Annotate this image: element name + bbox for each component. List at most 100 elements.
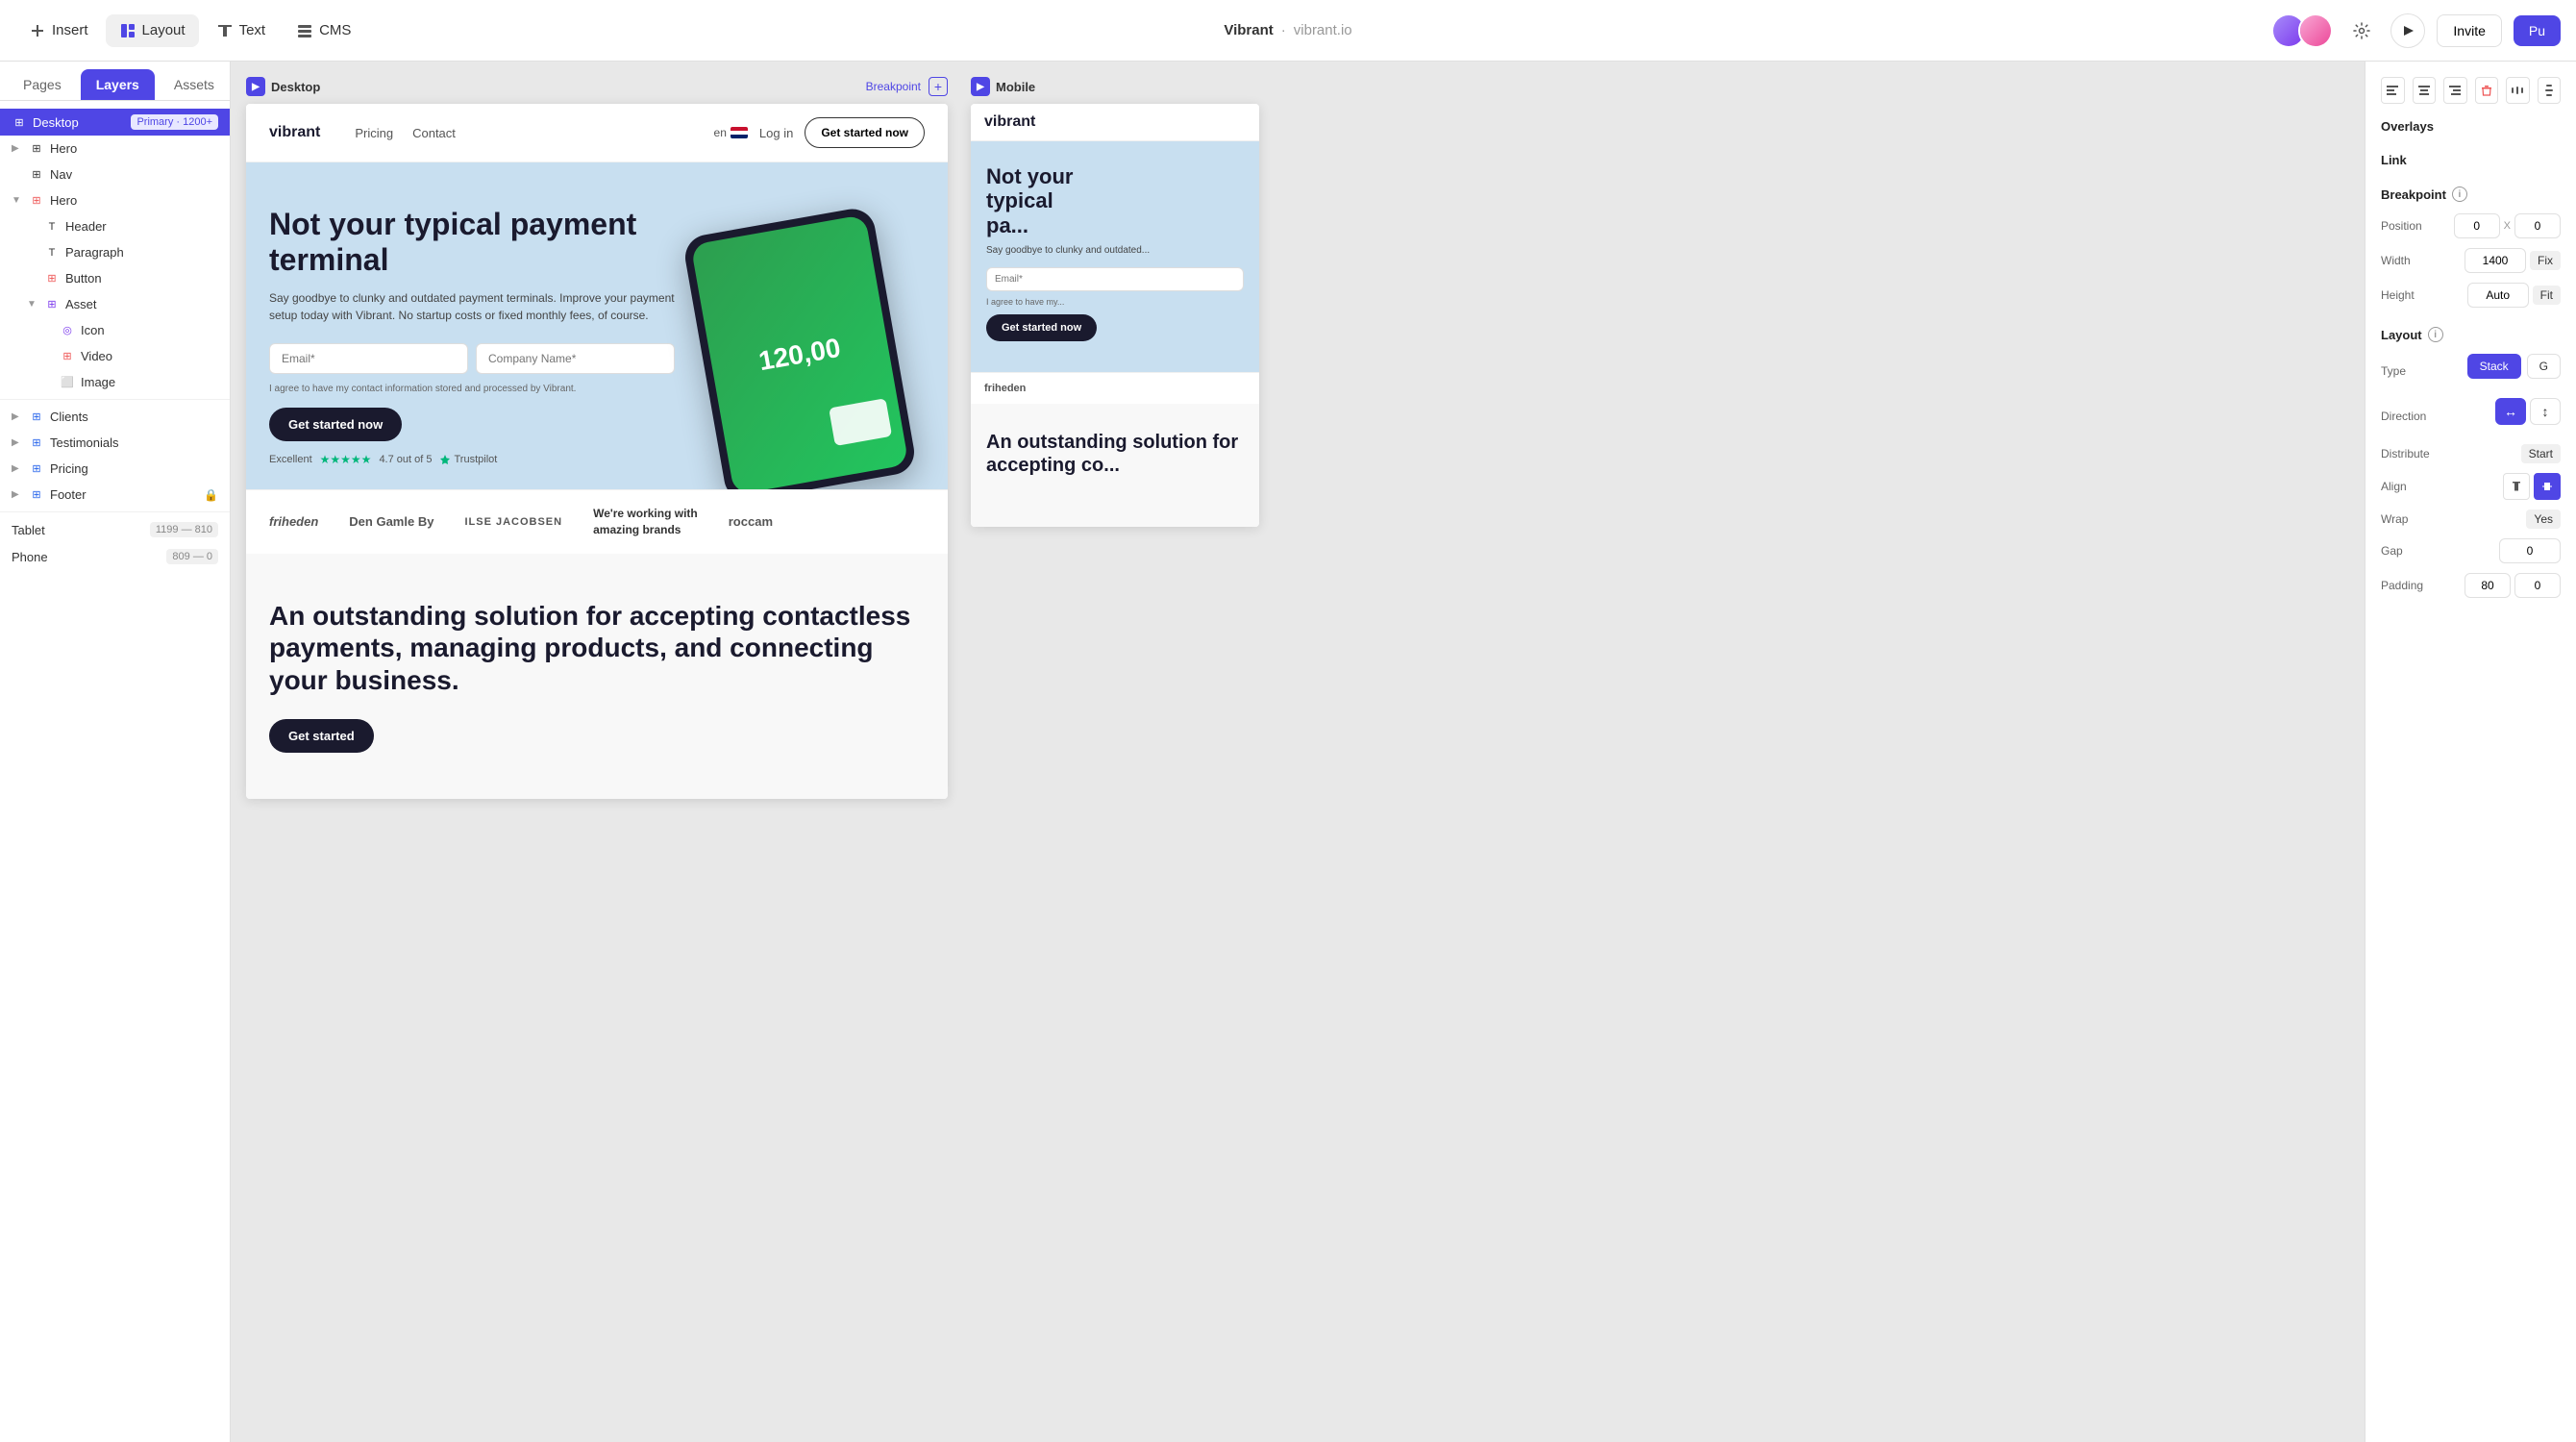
tab-assets[interactable]: Assets xyxy=(159,69,230,100)
width-input[interactable] xyxy=(2465,248,2526,273)
align-left-icon[interactable] xyxy=(2381,77,2405,104)
layer-asset[interactable]: ▼ ⊞ Asset xyxy=(0,291,230,317)
mobile-frame-title: ▶ Mobile xyxy=(971,77,1035,96)
layer-clients-label: Clients xyxy=(50,410,88,424)
type-grid-button[interactable]: G xyxy=(2527,354,2561,379)
align-middle-button[interactable] xyxy=(2534,473,2561,500)
preview-button[interactable] xyxy=(2390,13,2425,48)
mobile-cta-button[interactable]: Get started now xyxy=(986,314,1097,341)
cms-button[interactable]: CMS xyxy=(283,14,364,47)
phone-badge: 809 — 0 xyxy=(166,549,218,564)
layer-button[interactable]: ⊞ Button xyxy=(0,265,230,291)
text-button[interactable]: Text xyxy=(203,14,280,47)
position-inputs: X xyxy=(2454,213,2561,238)
layer-clients[interactable]: ▶ ⊞ Clients xyxy=(0,404,230,430)
layer-header[interactable]: T Header xyxy=(0,213,230,239)
layout-info-icon[interactable]: i xyxy=(2428,327,2443,342)
settings-button[interactable] xyxy=(2344,13,2379,48)
company-input[interactable] xyxy=(476,343,675,374)
left-panel: Pages Layers Assets ⊞ Desktop Primary · … xyxy=(0,62,231,1442)
type-stack-button[interactable]: Stack xyxy=(2467,354,2521,379)
invite-button[interactable]: Invite xyxy=(2437,14,2501,47)
email-input[interactable] xyxy=(269,343,468,374)
layer-testimonials[interactable]: ▶ ⊞ Testimonials xyxy=(0,430,230,456)
mobile-hero: Not yourtypicalpa... Say goodbye to clun… xyxy=(971,141,1259,372)
width-mode-tag[interactable]: Fix xyxy=(2530,251,2561,270)
layer-phone[interactable]: Phone 809 — 0 xyxy=(0,543,230,570)
add-breakpoint-button[interactable]: + xyxy=(929,77,948,96)
main-area: Pages Layers Assets ⊞ Desktop Primary · … xyxy=(0,62,2576,1442)
mobile-agree: I agree to have my... xyxy=(986,297,1244,307)
layer-footer[interactable]: ▶ ⊞ Footer 🔒 xyxy=(0,482,230,508)
breakpoint-button[interactable]: Breakpoint xyxy=(866,80,921,93)
layer-paragraph[interactable]: T Paragraph xyxy=(0,239,230,265)
layer-pricing[interactable]: ▶ ⊞ Pricing xyxy=(0,456,230,482)
distribute-value[interactable]: Start xyxy=(2521,444,2561,463)
mobile-content-section: An outstanding solution for accepting co… xyxy=(971,404,1259,527)
pu-label: Pu xyxy=(2529,23,2545,38)
direction-h-button[interactable]: ↔ xyxy=(2495,398,2526,425)
position-label: Position xyxy=(2381,219,2422,233)
width-label: Width xyxy=(2381,254,2411,267)
login-link[interactable]: Log in xyxy=(759,126,793,140)
align-row: Align xyxy=(2381,473,2561,500)
breakpoint-info-icon[interactable]: i xyxy=(2452,186,2467,202)
padding-bottom-input[interactable] xyxy=(2465,573,2511,598)
direction-label: Direction xyxy=(2381,410,2426,423)
layer-image[interactable]: ⬜ Image xyxy=(0,369,230,395)
wrap-row: Wrap Yes xyxy=(2381,510,2561,529)
position-y-input[interactable] xyxy=(2514,213,2561,238)
layer-hero-expanded[interactable]: ▼ ⊞ Hero xyxy=(0,187,230,213)
desktop-play-icon[interactable]: ▶ xyxy=(246,77,265,96)
mobile-frame: vibrant Not yourtypicalpa... Say goodbye… xyxy=(971,104,1259,527)
delete-icon[interactable] xyxy=(2475,77,2499,104)
trustpilot: Excellent ★★★★★ 4.7 out of 5 Trustpilot xyxy=(269,453,675,466)
layer-icon[interactable]: ◎ Icon xyxy=(0,317,230,343)
layer-video-label: Video xyxy=(81,349,112,363)
align-right-icon[interactable] xyxy=(2443,77,2467,104)
gap-label: Gap xyxy=(2381,544,2403,558)
gap-input[interactable] xyxy=(2499,538,2561,563)
direction-row: Direction ↔ ↕ xyxy=(2381,398,2561,435)
direction-v-button[interactable]: ↕ xyxy=(2530,398,2561,425)
phone-mockup: 120,00 xyxy=(681,206,918,489)
position-x-input[interactable] xyxy=(2454,213,2500,238)
lang-selector[interactable]: en xyxy=(714,126,748,139)
distribute-h-icon[interactable] xyxy=(2506,77,2530,104)
layout-button[interactable]: Layout xyxy=(106,14,199,47)
section-cta-button[interactable]: Get started xyxy=(269,719,374,753)
client-roccam: roccam xyxy=(729,514,773,529)
layer-video[interactable]: ⊞ Video xyxy=(0,343,230,369)
insert-button[interactable]: Insert xyxy=(15,14,102,47)
distribute-row: Distribute Start xyxy=(2381,444,2561,463)
layer-nav[interactable]: ⊞ Nav xyxy=(0,162,230,187)
layer-tablet[interactable]: Tablet 1199 — 810 xyxy=(0,516,230,543)
align-center-icon[interactable] xyxy=(2413,77,2437,104)
mobile-play-icon[interactable]: ▶ xyxy=(971,77,990,96)
mobile-site-logo: vibrant xyxy=(984,113,1035,131)
desktop-layer[interactable]: ⊞ Desktop Primary · 1200+ xyxy=(0,109,230,136)
overlays-section: Overlays xyxy=(2381,119,2561,134)
distribute-v-icon[interactable] xyxy=(2538,77,2562,104)
hero-subtitle: Say goodbye to clunky and outdated payme… xyxy=(269,289,675,324)
hero-cta-button[interactable]: Get started now xyxy=(269,408,402,441)
pu-button[interactable]: Pu xyxy=(2514,15,2561,46)
client-dengamleby: Den Gamle By xyxy=(349,514,433,529)
mobile-section-title: An outstanding solution for accepting co… xyxy=(986,431,1244,477)
mobile-email-input[interactable] xyxy=(986,267,1244,291)
wrap-value[interactable]: Yes xyxy=(2526,510,2561,529)
nav-cta-button[interactable]: Get started now xyxy=(805,117,925,148)
main-toolbar: Insert Layout Text CMS Vibrant · vibrant… xyxy=(0,0,2576,62)
flag-icon xyxy=(731,127,748,138)
height-input[interactable] xyxy=(2467,283,2529,308)
cms-icon xyxy=(296,22,313,39)
desktop-frame-header: ▶ Desktop Breakpoint + xyxy=(246,77,948,104)
tab-pages[interactable]: Pages xyxy=(8,69,77,100)
align-top-button[interactable] xyxy=(2503,473,2530,500)
height-mode-tag[interactable]: Fit xyxy=(2533,286,2561,305)
layer-hero-top[interactable]: ▶ ⊞ Hero xyxy=(0,136,230,162)
padding-right-input[interactable] xyxy=(2514,573,2561,598)
layout-section: Layout i Type Stack G Direction ↔ ↕ xyxy=(2381,327,2561,598)
tab-layers[interactable]: Layers xyxy=(81,69,155,100)
text-icon xyxy=(216,22,234,39)
